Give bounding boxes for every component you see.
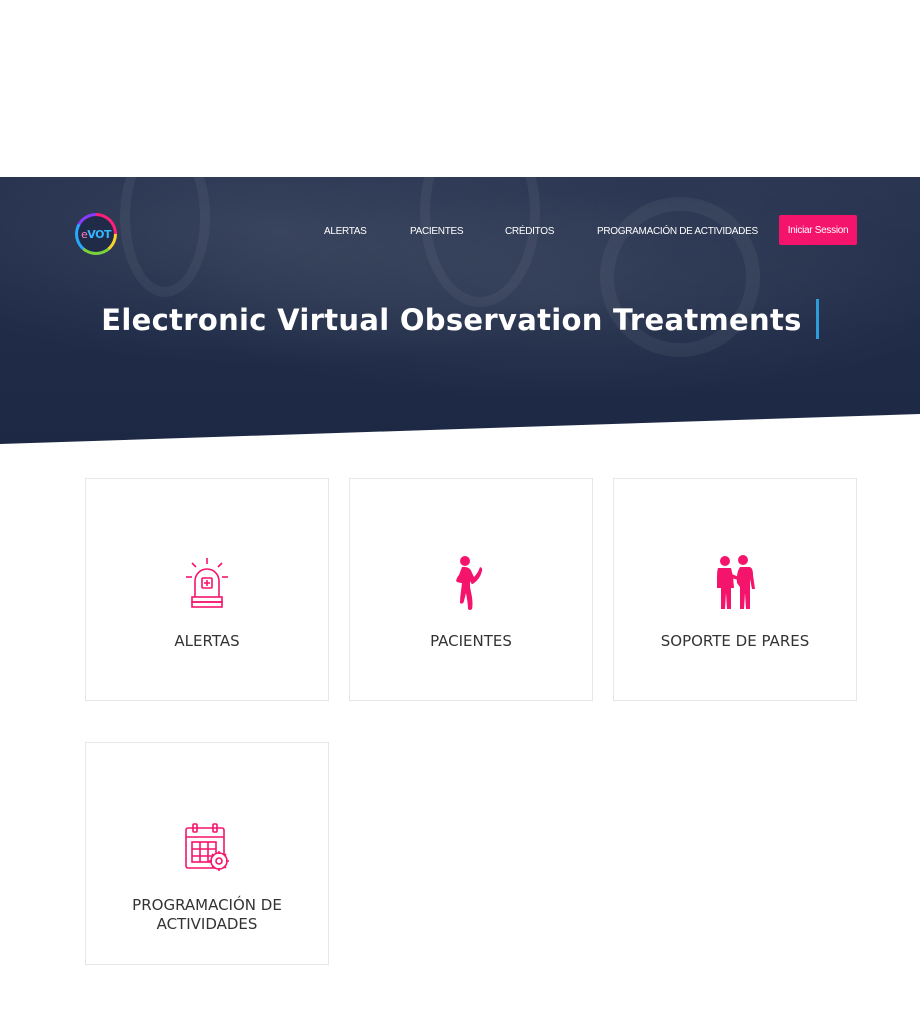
calendar-gear-icon [86,823,328,873]
hero-title: Electronic Virtual Observation Treatment… [0,299,920,342]
card-programacion-de-actividades[interactable]: PROGRAMACIÓN DE ACTIVIDADES [85,742,329,965]
card-soporte-de-pares[interactable]: SOPORTE DE PARES [613,478,857,701]
nav-item-programacion[interactable]: PROGRAMACIÓN DE ACTIVIDADES [597,226,758,237]
typing-cursor [815,299,819,339]
nav-item-creditos[interactable]: CRÉDITOS [505,226,554,237]
card-pacientes[interactable]: PACIENTES [349,478,593,701]
hero-title-text: Electronic Virtual Observation Treatment… [101,303,802,337]
card-label: PACIENTES [430,632,512,650]
peer-support-icon [614,555,856,611]
card-label: ALERTAS [174,632,240,650]
patient-icon [350,555,592,611]
card-alertas[interactable]: ALERTAS [85,478,329,701]
nav-item-pacientes[interactable]: PACIENTES [410,226,464,237]
card-label: PROGRAMACIÓN DE ACTIVIDADES [132,896,282,933]
hero-background-shape [420,177,540,307]
siren-icon [86,557,328,609]
nav-item-alertas[interactable]: ALERTAS [324,226,367,237]
hero-background-shape [120,177,210,297]
login-button[interactable]: Iniciar Session [779,215,857,245]
card-label: SOPORTE DE PARES [660,632,810,650]
